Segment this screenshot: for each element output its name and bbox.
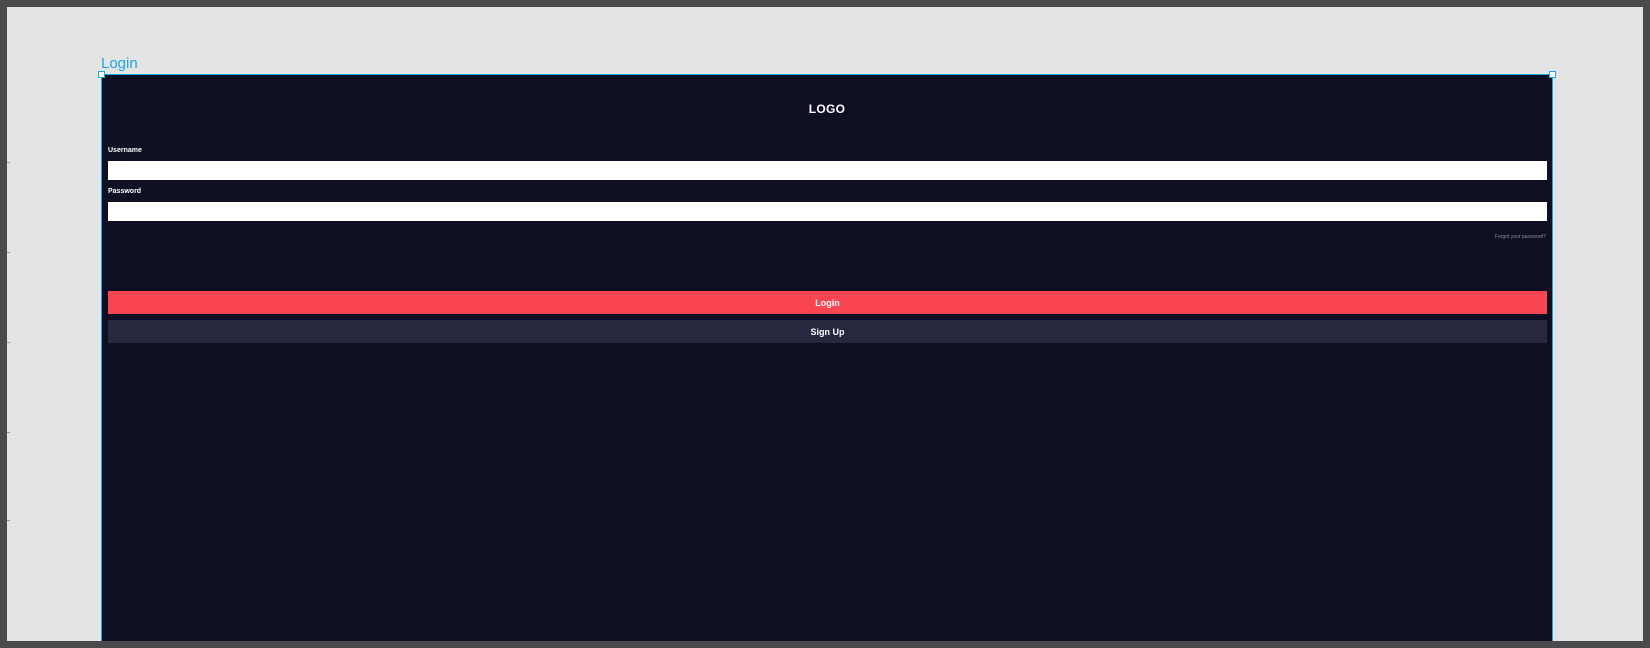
- login-artboard[interactable]: LOGO Username Password Forgot your passw…: [98, 71, 1556, 641]
- ruler-tick: [7, 252, 10, 253]
- password-label: Password: [108, 188, 142, 195]
- username-label: Username: [108, 147, 142, 154]
- ruler-tick: [7, 342, 10, 343]
- ruler-tick: [7, 162, 10, 163]
- login-button[interactable]: Login: [108, 291, 1547, 314]
- resize-handle-top-right[interactable]: [1549, 71, 1556, 78]
- design-canvas: Login LOGO Username Password Forgot your…: [7, 7, 1643, 641]
- logo: LOGO: [808, 102, 846, 116]
- ruler-tick: [7, 432, 10, 433]
- ruler-tick: [7, 520, 10, 521]
- frame-label[interactable]: Login: [101, 55, 138, 73]
- forgot-password-link[interactable]: Forgot your password?: [1495, 234, 1546, 240]
- password-input[interactable]: [108, 202, 1547, 221]
- signup-button[interactable]: Sign Up: [108, 320, 1547, 343]
- resize-handle-top-left[interactable]: [98, 71, 105, 78]
- username-input[interactable]: [108, 161, 1547, 180]
